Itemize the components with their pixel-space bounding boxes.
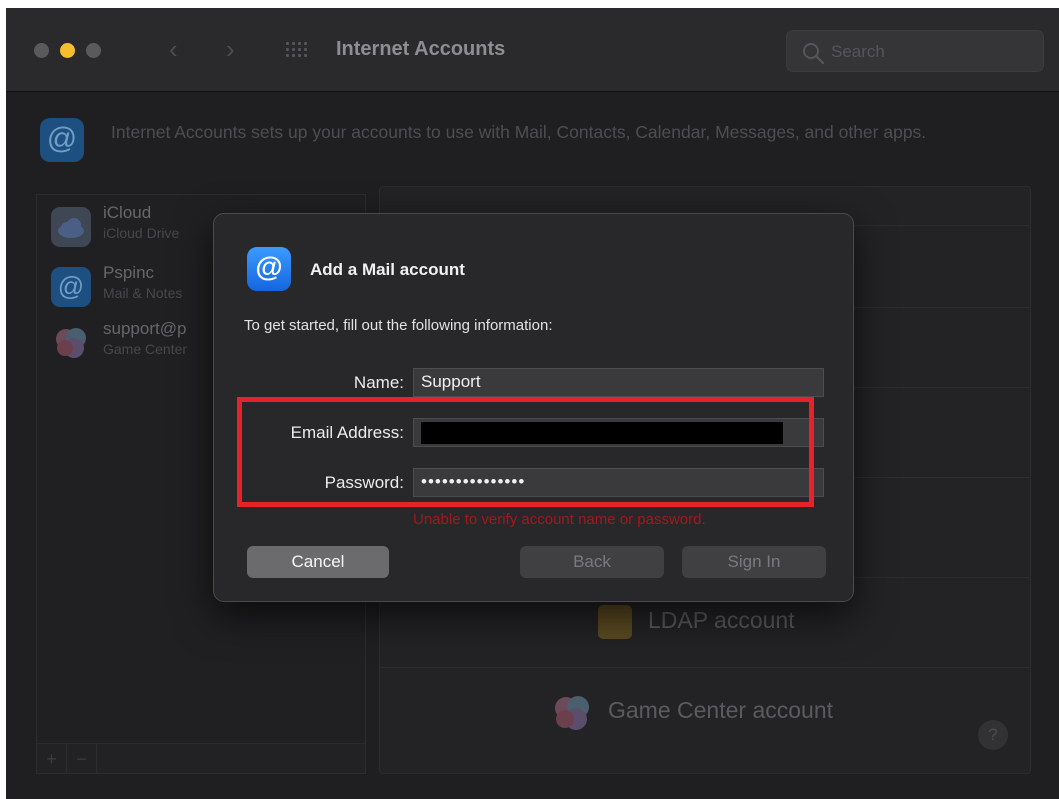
pane-description: Internet Accounts sets up your accounts … [111,122,927,142]
provider-divider [380,667,1030,668]
icloud-icon [51,207,91,247]
search-input[interactable] [831,39,1031,65]
provider-game-center-account[interactable]: Game Center account [550,687,890,737]
provider-ldap-account[interactable]: LDAP account [598,597,858,647]
sign-in-button[interactable]: Sign In [682,546,826,578]
account-name: iCloud [103,203,152,222]
mail-at-icon: @ [247,247,291,291]
remove-account-button[interactable]: − [67,744,97,774]
error-message: Unable to verify account name or passwor… [413,511,706,528]
search-field[interactable] [786,30,1044,72]
dialog-title: Add a Mail account [310,260,465,279]
title-bar: ‹ › Internet Accounts [6,8,1059,92]
back-arrow-icon[interactable]: ‹ [169,36,178,62]
minimize-window-button[interactable] [60,43,75,58]
forward-arrow-icon[interactable]: › [226,36,235,62]
close-window-button[interactable] [34,43,49,58]
dialog-instructions: To get started, fill out the following i… [244,317,553,334]
cancel-button[interactable]: Cancel [247,546,389,578]
account-detail: iCloud Drive [103,225,180,241]
search-icon [803,43,825,65]
name-field[interactable]: Support [413,368,824,397]
window-title: Internet Accounts [336,38,506,60]
game-center-icon [555,696,589,730]
account-detail: Game Center [103,341,188,357]
add-account-button[interactable]: + [37,744,67,774]
ldap-icon [598,605,632,639]
account-detail: Mail & Notes [103,285,183,301]
system-preferences-window: ‹ › Internet Accounts @ Internet Account… [6,8,1059,799]
provider-label: LDAP account [648,607,795,633]
help-button[interactable]: ? [978,720,1008,750]
highlight-annotation-box [237,397,814,507]
game-center-icon [51,323,91,363]
list-footer: + − [37,743,365,774]
account-name: Pspinc [103,263,155,282]
name-label: Name: [353,373,404,392]
add-mail-account-dialog: @ Add a Mail account To get started, fil… [213,213,854,602]
internet-accounts-at-icon: @ [40,118,84,162]
back-button[interactable]: Back [520,546,664,578]
mail-at-icon: @ [51,267,91,307]
provider-label: Game Center account [608,697,834,723]
zoom-window-button[interactable] [86,43,101,58]
show-all-grid-icon[interactable] [286,42,307,58]
account-name: support@p [103,319,187,338]
